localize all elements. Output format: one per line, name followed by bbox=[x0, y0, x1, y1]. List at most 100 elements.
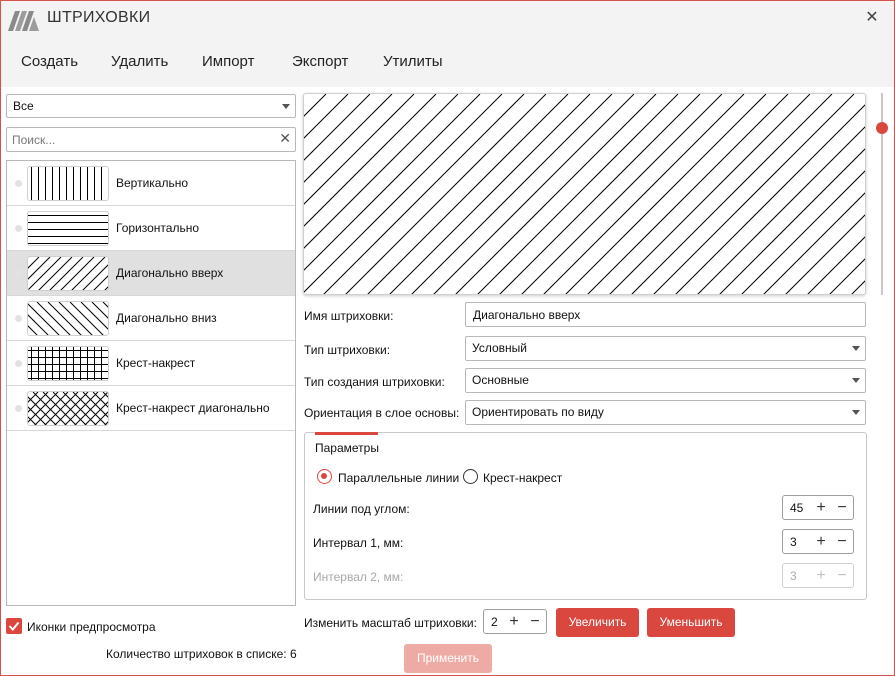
parallel-lines-radio[interactable] bbox=[317, 469, 332, 484]
interval1-value: 3 bbox=[790, 535, 797, 549]
hatch-line bbox=[763, 192, 865, 294]
hatch-name-field[interactable]: Диагонально вверх bbox=[465, 302, 866, 327]
parameters-title: Параметры bbox=[315, 441, 379, 455]
orientation-label: Ориентация в слое основы: bbox=[304, 406, 460, 420]
list-item-cross[interactable]: Крест-накрест bbox=[7, 341, 295, 386]
preview-zoom-slider-thumb[interactable] bbox=[876, 122, 888, 134]
apply-button: Применить bbox=[404, 644, 492, 673]
parameters-panel: Параметры Параллельные линии Крест-накре… bbox=[304, 432, 867, 600]
minus-icon: − bbox=[837, 567, 847, 584]
angle-value: 45 bbox=[790, 501, 804, 515]
hatch-line bbox=[455, 94, 657, 294]
category-filter-select[interactable]: Все bbox=[6, 94, 296, 118]
hatch-line bbox=[367, 94, 569, 294]
list-item-diagonal-up[interactable]: Диагонально вверх bbox=[7, 251, 295, 296]
hatch-line bbox=[304, 94, 459, 249]
preview-icons-label: Иконки предпросмотра bbox=[27, 620, 156, 634]
app-logo-icon bbox=[8, 11, 39, 31]
hatch-line bbox=[304, 94, 437, 227]
status-dot bbox=[15, 225, 22, 232]
hatch-thumbnail-horizontal bbox=[27, 211, 109, 246]
cross-radio[interactable] bbox=[463, 469, 478, 484]
angle-stepper[interactable]: 45 + − bbox=[782, 495, 854, 520]
chevron-down-icon bbox=[282, 104, 290, 109]
close-icon[interactable]: ✕ bbox=[861, 7, 883, 29]
hatch-line bbox=[587, 94, 789, 294]
interval2-value: 3 bbox=[790, 569, 797, 583]
status-dot bbox=[15, 315, 22, 322]
hatch-line bbox=[499, 94, 701, 294]
hatch-line bbox=[304, 94, 349, 139]
hatch-line bbox=[411, 94, 613, 294]
hatch-line bbox=[28, 325, 38, 335]
interval1-stepper[interactable]: 3 + − bbox=[782, 529, 854, 554]
scale-label: Изменить масштаб штриховки: bbox=[304, 616, 477, 630]
hatch-line bbox=[477, 94, 679, 294]
decrease-button[interactable]: Уменьшить bbox=[647, 608, 735, 637]
parameters-tab-indicator bbox=[315, 432, 378, 435]
hatch-line bbox=[565, 94, 767, 294]
status-dot bbox=[15, 360, 22, 367]
parallel-lines-label: Параллельные линии bbox=[338, 471, 460, 485]
list-item-label: Горизонтально bbox=[116, 221, 200, 235]
angle-label: Линии под углом: bbox=[313, 502, 410, 516]
hatch-line bbox=[829, 258, 865, 294]
hatch-name-label: Имя штриховки: bbox=[304, 309, 394, 323]
menu-create[interactable]: Создать bbox=[21, 53, 78, 70]
list-item-cross-diagonal[interactable]: Крест-накрест диагонально bbox=[7, 386, 295, 431]
orientation-select[interactable]: Ориентировать по виду bbox=[465, 400, 866, 425]
minus-icon[interactable]: − bbox=[525, 610, 545, 633]
hatch-thumbnail-diagonal-up bbox=[27, 256, 109, 291]
hatch-line bbox=[433, 94, 635, 294]
list-item-vertical[interactable]: Вертикально bbox=[7, 161, 295, 206]
list-item-label: Диагонально вниз bbox=[116, 311, 217, 325]
hatch-preview bbox=[303, 93, 866, 295]
interval1-label: Интервал 1, мм: bbox=[313, 536, 404, 550]
status-dot bbox=[15, 270, 22, 277]
minus-icon[interactable]: − bbox=[832, 496, 852, 519]
clear-search-icon[interactable]: ✕ bbox=[279, 130, 291, 147]
checkmark-icon bbox=[8, 621, 20, 632]
creation-type-select[interactable]: Основные bbox=[465, 368, 866, 393]
scale-stepper[interactable]: 2 + − bbox=[483, 609, 547, 634]
preview-icons-checkbox[interactable] bbox=[6, 618, 22, 634]
plus-icon[interactable]: + bbox=[811, 496, 831, 519]
list-item-label: Крест-накрест диагонально bbox=[116, 401, 270, 415]
chevron-down-icon bbox=[852, 346, 860, 351]
plus-icon[interactable]: + bbox=[811, 530, 831, 553]
scale-value: 2 bbox=[491, 615, 498, 629]
hatch-line bbox=[323, 94, 525, 294]
hatch-line bbox=[741, 170, 865, 294]
hatch-type-select[interactable]: Условный bbox=[465, 336, 866, 361]
cross-label: Крест-накрест bbox=[483, 471, 563, 485]
hatch-line bbox=[104, 286, 108, 290]
hatch-thumbnail-diagonal-down bbox=[27, 301, 109, 336]
hatch-line bbox=[631, 94, 833, 294]
window-title: ШТРИХОВКИ bbox=[47, 9, 151, 26]
list-item-horizontal[interactable]: Горизонтально bbox=[7, 206, 295, 251]
hatch-line bbox=[91, 302, 108, 319]
search-input[interactable] bbox=[12, 131, 272, 148]
hatch-type-value: Условный bbox=[472, 341, 527, 355]
status-dot bbox=[15, 405, 22, 412]
chevron-down-icon bbox=[852, 378, 860, 383]
plus-icon: + bbox=[816, 567, 826, 584]
menu-export[interactable]: Экспорт bbox=[292, 53, 348, 70]
category-filter-value: Все bbox=[13, 99, 34, 113]
hatch-line bbox=[28, 257, 51, 280]
menu-import[interactable]: Импорт bbox=[202, 53, 254, 70]
minus-icon[interactable]: − bbox=[832, 530, 852, 553]
increase-button[interactable]: Увеличить bbox=[556, 608, 639, 637]
menu-utilities[interactable]: Утилиты bbox=[383, 53, 443, 70]
chevron-down-icon bbox=[852, 410, 860, 415]
list-item-diagonal-down[interactable]: Диагонально вниз bbox=[7, 296, 295, 341]
hatch-line bbox=[104, 421, 108, 425]
hatch-line bbox=[102, 302, 108, 308]
hatch-line bbox=[609, 94, 811, 294]
menu-delete[interactable]: Удалить bbox=[111, 53, 168, 70]
hatch-type-label: Тип штриховки: bbox=[304, 343, 391, 357]
hatch-line bbox=[84, 401, 108, 425]
interval2-stepper: 3 + − bbox=[782, 563, 854, 588]
hatch-line bbox=[304, 94, 327, 117]
plus-icon[interactable]: + bbox=[504, 610, 524, 633]
